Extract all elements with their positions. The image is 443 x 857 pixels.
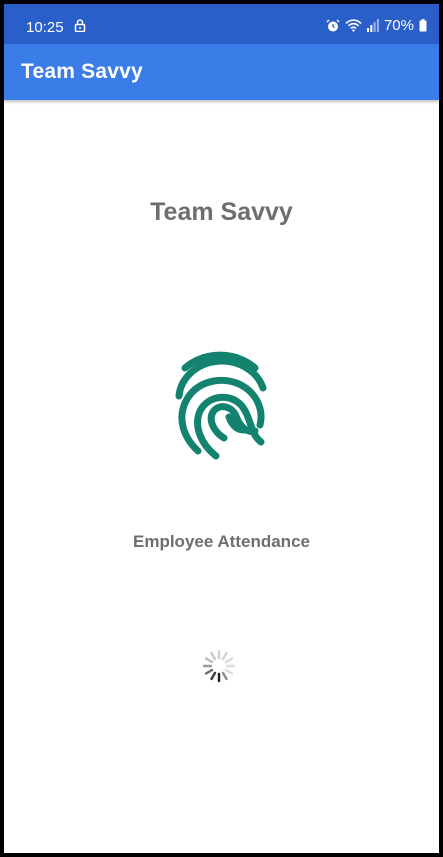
- battery-icon: [419, 19, 427, 32]
- battery-percentage: 70%: [383, 17, 414, 34]
- status-bar: 10:25 70%: [4, 4, 439, 44]
- splash-subtitle: Employee Attendance: [133, 532, 310, 551]
- lock-icon: [74, 19, 86, 33]
- spinner-icon: [200, 647, 238, 685]
- app-bar: Team Savvy: [4, 44, 439, 100]
- signal-icon: [366, 19, 379, 32]
- app-bar-title: Team Savvy: [21, 60, 143, 83]
- alarm-icon: [326, 19, 340, 33]
- fingerprint-icon: [166, 347, 276, 462]
- wifi-icon: [345, 19, 362, 32]
- status-time: 10:25: [26, 19, 64, 36]
- status-icons: 70%: [326, 17, 427, 34]
- phone-screen: 10:25 70% Team Savvy Team Savvy Employee…: [4, 4, 439, 853]
- splash-title: Team Savvy: [150, 198, 293, 226]
